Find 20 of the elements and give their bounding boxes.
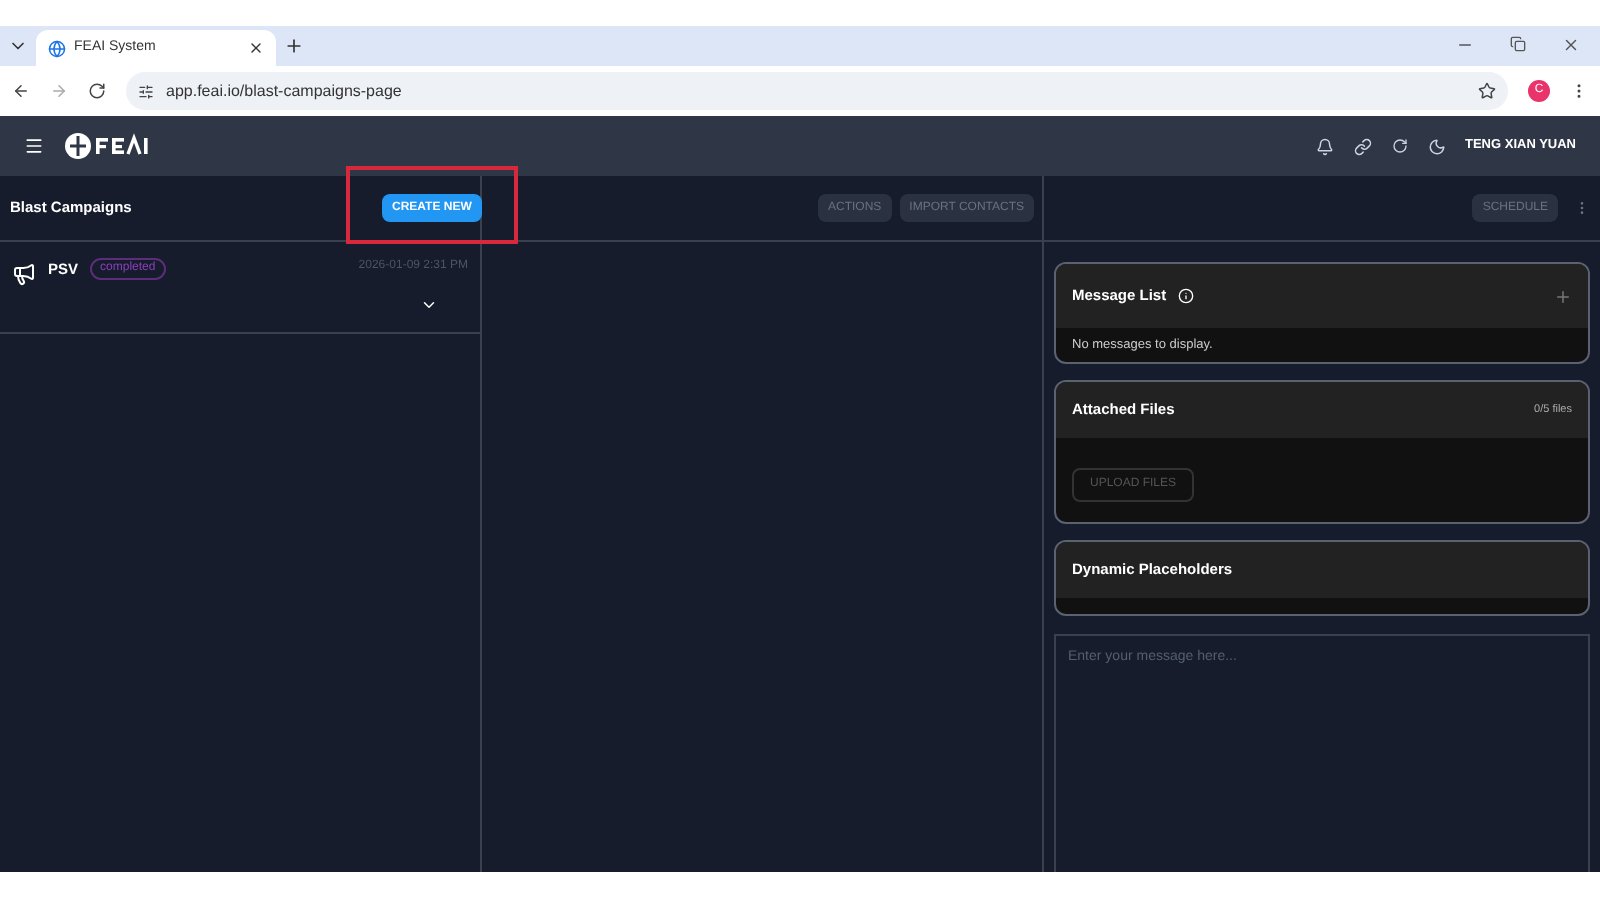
site-settings-icon[interactable]: [138, 83, 154, 99]
globe-icon: [48, 39, 66, 57]
url-text: app.feai.io/blast-campaigns-page: [166, 79, 404, 103]
refresh-icon[interactable]: [1391, 138, 1407, 154]
expand-chevron-icon[interactable]: [420, 296, 438, 314]
bell-icon[interactable]: [1315, 137, 1333, 155]
restore-icon[interactable]: [1510, 36, 1526, 52]
close-window-icon[interactable]: [1562, 36, 1580, 54]
link-icon[interactable]: [1353, 137, 1371, 155]
add-icon[interactable]: [1554, 287, 1572, 305]
menu-icon[interactable]: [24, 136, 44, 156]
info-icon[interactable]: [1178, 288, 1195, 304]
reload-icon[interactable]: [88, 82, 106, 100]
bookmark-star-icon[interactable]: [1478, 82, 1496, 100]
close-tab-icon[interactable]: [248, 40, 264, 56]
moon-icon[interactable]: [1427, 137, 1445, 155]
address-bar[interactable]: app.feai.io/blast-campaigns-page: [126, 72, 1508, 110]
megaphone-icon: [12, 262, 36, 286]
back-icon[interactable]: [12, 82, 30, 100]
new-tab-icon[interactable]: [284, 36, 304, 56]
